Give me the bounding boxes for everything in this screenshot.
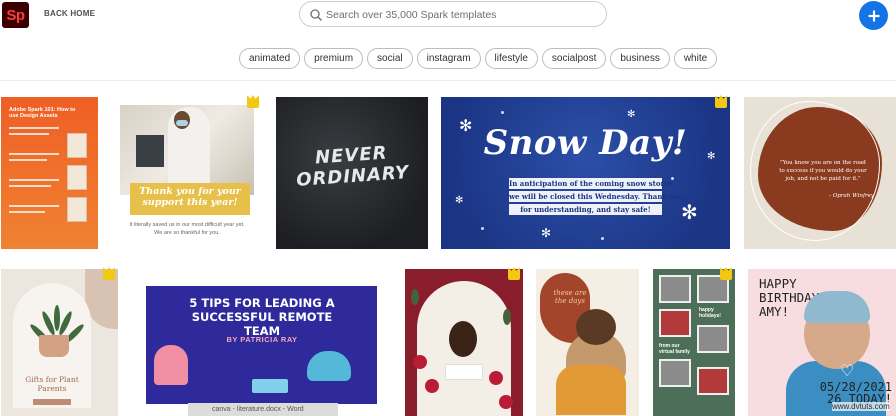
crown-icon [720, 267, 732, 280]
template-card-never-ordinary[interactable]: NEVER ORDINARY [276, 97, 428, 249]
card-heading: 5 TIPS FOR LEADING A SUCCESSFUL REMOTE T… [189, 296, 335, 338]
text-line [9, 159, 47, 161]
tag-business[interactable]: business [610, 48, 670, 69]
clothing-shape [445, 364, 483, 380]
card-byline: BY PATRICIA RAY [226, 335, 298, 344]
person-figure [154, 345, 188, 385]
card-quote: "You know you are on the road to success… [779, 160, 867, 182]
tag-instagram[interactable]: instagram [416, 48, 481, 69]
divider [0, 80, 896, 81]
snowflake-icon: ✻ [627, 109, 636, 120]
photo-tile [659, 309, 691, 337]
snowflake-icon: ✻ [541, 226, 552, 240]
taskbar-tooltip: canva - literature.docx - Word [188, 403, 338, 416]
flower-shape [425, 379, 439, 393]
tag-animated[interactable]: animated [239, 48, 301, 69]
snowflake-icon: ✻ [455, 195, 464, 206]
card-text: NEVER ORDINARY [295, 142, 410, 191]
template-card-plant-parents[interactable]: Gifts for Plant Parents [1, 269, 118, 416]
crown-icon [247, 95, 259, 108]
text-line [9, 211, 45, 213]
card-heading: Thank you for your support this year! [139, 186, 241, 208]
snow-dot [671, 177, 674, 180]
top-bar: Sp BACK HOME [0, 0, 896, 34]
text-line [9, 185, 51, 187]
search-input[interactable] [326, 7, 596, 23]
search-icon [310, 9, 322, 21]
create-new-button[interactable] [859, 1, 888, 30]
photo-tile [697, 367, 729, 395]
beanie-shape [804, 291, 870, 323]
template-card-virtual-family[interactable]: happy holidays! from our virtual family [653, 269, 735, 416]
tag-filter-row: animated premium social instagram lifest… [239, 48, 718, 69]
card-label: happy holidays! [699, 307, 721, 319]
card-label: from our virtual family [659, 343, 690, 355]
snow-dot [501, 111, 504, 114]
photo-tile [659, 275, 691, 303]
template-card-snow-day[interactable]: Snow Day! In anticipation of the coming … [441, 97, 730, 249]
laptop-shape [252, 379, 288, 393]
template-card-new-beginnings[interactable] [405, 269, 523, 416]
tag-socialpost[interactable]: socialpost [541, 48, 607, 69]
thumbnail-image [67, 197, 87, 222]
portrait-figure [449, 321, 477, 357]
snowflake-icon: ✻ [681, 202, 698, 224]
snowflake-icon: ✻ [459, 118, 473, 135]
crown-icon [715, 95, 727, 108]
plus-icon [868, 10, 879, 21]
text-line [9, 153, 59, 155]
text-line [9, 127, 59, 129]
template-card-happy-birthday[interactable]: HAPPY BIRTHDAY AMY! ♡ 05/28/2021 26 TODAY… [748, 269, 896, 416]
photo-tile [697, 325, 729, 353]
heart-icon: ♡ [840, 363, 855, 380]
leaf-shape [503, 309, 511, 325]
back-home-link[interactable]: BACK HOME [44, 9, 95, 18]
text-line [9, 205, 59, 207]
register-screen [136, 135, 164, 167]
tag-premium[interactable]: premium [304, 48, 364, 69]
card-line: In anticipation of the coming snow storm… [509, 178, 675, 189]
card-text: Gifts for Plant Parents [25, 375, 79, 393]
card-body: It literally saved us in our most diffic… [129, 222, 245, 236]
leaf-shape [54, 305, 60, 331]
spark-logo[interactable]: Sp [2, 2, 29, 28]
card-text: these are the days [553, 289, 587, 305]
flower-shape [413, 355, 427, 369]
template-card-design-assets[interactable]: Adobe Spark 101: How to use Design Asset… [1, 97, 98, 249]
card-line: for understanding, and stay safe! [509, 204, 662, 215]
card-author: - Oprah Winfrey [829, 193, 874, 199]
template-card-thank-you[interactable]: Thank you for your support this year! It… [118, 97, 256, 249]
card-title: Adobe Spark 101: How to use Design Asset… [9, 107, 76, 119]
template-card-remote-team[interactable]: 5 TIPS FOR LEADING A SUCCESSFUL REMOTE T… [132, 269, 391, 416]
card-line: we will be closed this Wednesday. Thank … [509, 191, 684, 202]
template-card-these-are-the-days[interactable]: these are the days [536, 269, 639, 416]
tag-social[interactable]: social [367, 48, 413, 69]
clothing-shape [556, 365, 626, 415]
search-bar[interactable] [299, 1, 607, 27]
watermark: www.dvtuts.com [832, 402, 890, 411]
leaf-shape [411, 289, 419, 305]
template-card-quote[interactable]: "You know you are on the road to success… [744, 97, 896, 249]
text-line [9, 133, 49, 135]
tag-lifestyle[interactable]: lifestyle [484, 48, 538, 69]
snow-dot [601, 237, 604, 240]
plant-pot [39, 335, 69, 357]
snowflake-icon: ✻ [707, 151, 716, 162]
thumbnail-image [67, 165, 87, 190]
shop-now-label [33, 399, 71, 405]
flower-shape [499, 395, 513, 409]
thumbnail-image [67, 133, 87, 158]
flower-shape [489, 371, 503, 385]
card-title: Snow Day! [483, 123, 688, 163]
person-figure [576, 309, 616, 345]
logo-text: Sp [6, 6, 25, 24]
snow-dot [481, 227, 484, 230]
crown-icon [508, 267, 520, 280]
crown-icon [103, 267, 115, 280]
tag-white[interactable]: white [673, 48, 718, 69]
person-figure [307, 351, 351, 381]
face-mask [176, 120, 188, 126]
text-line [9, 179, 59, 181]
photo-tile [659, 359, 691, 387]
